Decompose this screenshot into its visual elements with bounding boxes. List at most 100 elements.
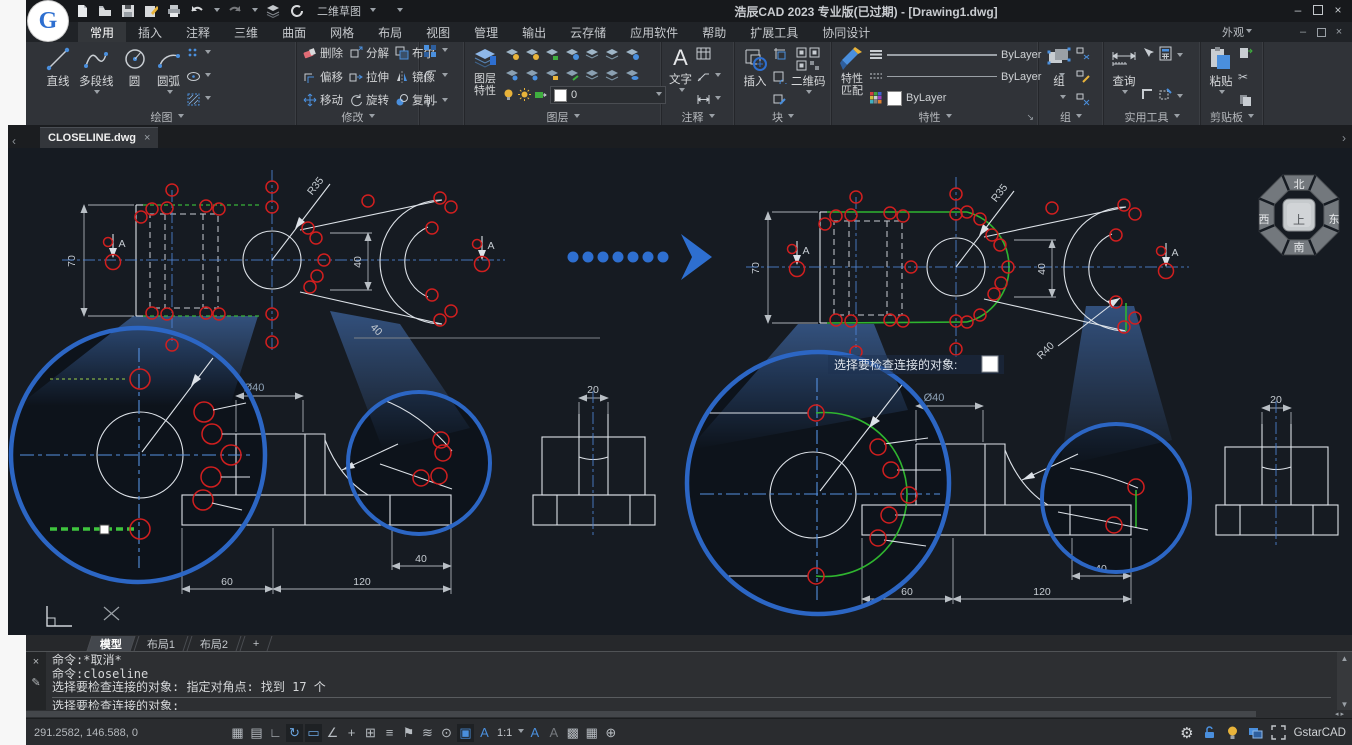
tool-quick-select[interactable]	[1141, 46, 1156, 66]
tool-leader[interactable]	[696, 69, 721, 84]
ui-lock-icon[interactable]	[1202, 725, 1217, 740]
tool-copy-clip[interactable]	[1238, 46, 1253, 61]
tool-group-select[interactable]	[1076, 92, 1091, 107]
tool-array[interactable]	[423, 44, 461, 59]
viewcube-west[interactable]: 西	[1259, 214, 1270, 226]
tool-dimension[interactable]	[696, 92, 721, 107]
workspace-switch-icon[interactable]	[288, 3, 304, 19]
viewcube-east[interactable]: 东	[1329, 213, 1340, 226]
fullscreen-icon[interactable]	[1271, 725, 1286, 740]
document-tab-closeline[interactable]: CLOSELINE.dwg ×	[40, 127, 158, 148]
dynamic-input-icon[interactable]: ▭	[305, 724, 322, 742]
panel-label-clipboard[interactable]: 剪贴板	[1201, 109, 1263, 125]
layer-unlock-icon[interactable]	[544, 66, 560, 82]
paste-button[interactable]: 粘贴	[1204, 44, 1238, 109]
tool-explode[interactable]: 分解	[346, 44, 392, 62]
workspace-name[interactable]: 二维草图	[317, 3, 361, 19]
panel-label-block[interactable]: 块	[735, 109, 831, 125]
color-select[interactable]: ByLayer	[869, 89, 1066, 107]
tool-region[interactable]	[1158, 87, 1173, 107]
tool-fillet[interactable]	[423, 69, 461, 84]
hardware-acceleration-icon[interactable]: ▣	[457, 724, 474, 742]
scroll-up-icon[interactable]: ▲	[1341, 654, 1349, 663]
scroll-left-icon[interactable]: ◂	[1335, 710, 1339, 718]
tool-break[interactable]	[423, 94, 461, 109]
transparency-icon[interactable]: ≋	[419, 724, 436, 742]
clean-screen-icon[interactable]: ⊕	[602, 724, 619, 742]
ribbon-tab-view[interactable]: 视图	[414, 22, 462, 42]
gstarcad-logo[interactable]: G	[28, 1, 68, 41]
layer-properties-button[interactable]: 图层特性	[468, 44, 502, 109]
redo-dropdown-icon[interactable]	[252, 8, 258, 15]
object-snap-tracking-icon[interactable]: ⊞	[362, 724, 379, 742]
redo-icon[interactable]	[227, 3, 243, 19]
doc-close-button[interactable]: ×	[1330, 23, 1348, 41]
layer-match-icon[interactable]	[564, 66, 580, 82]
tool-arc[interactable]: 圆弧	[152, 44, 186, 109]
new-file-icon[interactable]	[74, 3, 90, 19]
panel-label-group[interactable]: 组	[1039, 109, 1103, 125]
layer-thaw-icon[interactable]	[524, 66, 540, 82]
dynamic-input-box[interactable]	[982, 356, 998, 372]
open-file-icon[interactable]	[97, 3, 113, 19]
ribbon-tab-help[interactable]: 帮助	[690, 22, 738, 42]
displays-icon[interactable]	[1248, 725, 1263, 740]
ribbon-tab-home[interactable]: 常用	[78, 22, 126, 42]
tool-block-edit[interactable]	[772, 92, 787, 107]
doc-minimize-button[interactable]: –	[1294, 23, 1312, 41]
ribbon-tab-insert[interactable]: 插入	[126, 22, 174, 42]
panel-label-draw[interactable]: 绘图	[38, 109, 296, 125]
undo-icon[interactable]	[189, 3, 205, 19]
panel-label-annotation[interactable]: 注释	[662, 109, 734, 125]
scroll-right-icon[interactable]: ▸	[1340, 710, 1344, 718]
annotation-scale-icon[interactable]: A	[476, 724, 493, 742]
close-button[interactable]: ×	[1328, 0, 1348, 20]
command-edit-icon[interactable]: ✎	[31, 676, 40, 689]
qat-customize-icon[interactable]	[397, 8, 403, 15]
tool-calculator[interactable]	[1158, 46, 1173, 66]
layer-off-icon[interactable]	[504, 66, 520, 82]
text-button[interactable]: A 文字	[665, 44, 696, 109]
lineweight-display-icon[interactable]: ≡	[381, 724, 398, 742]
doc-tab-close-icon[interactable]: ×	[144, 132, 150, 144]
ribbon-tab-manage[interactable]: 管理	[462, 22, 510, 42]
insert-block-button[interactable]: 插入	[738, 44, 772, 109]
save-icon[interactable]	[120, 3, 136, 19]
match-properties-button[interactable]: 特性匹配	[835, 44, 869, 109]
layers-stack-icon[interactable]	[265, 3, 281, 19]
measure-button[interactable]: 查询	[1107, 44, 1141, 109]
ribbon-tab-apps[interactable]: 应用软件	[618, 22, 690, 42]
command-hscrollbar[interactable]: ◂ ▸	[26, 710, 1352, 718]
layer-isolate-icon[interactable]	[564, 46, 580, 62]
selection-cycling-icon[interactable]: ⚑	[400, 724, 417, 742]
linetype-select[interactable]: ByLayer	[869, 68, 1066, 86]
scale-dropdown-icon[interactable]	[518, 729, 524, 736]
ribbon-tab-cloud[interactable]: 云存储	[558, 22, 618, 42]
layer-sun-icon[interactable]	[518, 88, 531, 101]
panel-label-properties[interactable]: 特性	[832, 109, 1038, 125]
angle-snap-icon[interactable]: ∠	[324, 724, 341, 742]
tool-polyline[interactable]: 多段线	[75, 44, 118, 109]
scroll-down-icon[interactable]: ▼	[1341, 700, 1349, 709]
tool-move[interactable]: 移动	[300, 91, 346, 109]
ribbon-tab-express[interactable]: 扩展工具	[738, 22, 810, 42]
layer-on-icon[interactable]	[504, 46, 520, 62]
tool-paste-special[interactable]	[1238, 92, 1253, 107]
doc-tabs-scroll-right-icon[interactable]: ›	[1342, 131, 1346, 145]
layout-tab-layout1[interactable]: 布局1	[134, 636, 189, 651]
save-as-icon[interactable]	[143, 3, 159, 19]
layout-tab-layout2[interactable]: 布局2	[187, 636, 242, 651]
properties-dialog-launcher-icon[interactable]: ↘	[1026, 112, 1034, 123]
doc-tabs-scroll-left-icon[interactable]: ‹	[12, 134, 16, 148]
minimize-button[interactable]: –	[1288, 0, 1308, 20]
print-icon[interactable]	[166, 3, 182, 19]
annotation-scale-value[interactable]: 1:1	[497, 727, 512, 739]
ribbon-tab-annotate[interactable]: 注释	[174, 22, 222, 42]
tool-group-edit[interactable]	[1076, 69, 1091, 84]
tool-point-array[interactable]	[186, 46, 211, 61]
tool-hatch[interactable]	[186, 92, 211, 107]
qrcode-button[interactable]: 二维码	[787, 44, 830, 109]
ribbon-tab-output[interactable]: 输出	[510, 22, 558, 42]
hscroll-thumb[interactable]	[26, 711, 1256, 717]
command-history[interactable]: 命令:*取消* 命令:closeline 选择要检查连接的对象: 指定对角点: …	[46, 652, 1337, 711]
